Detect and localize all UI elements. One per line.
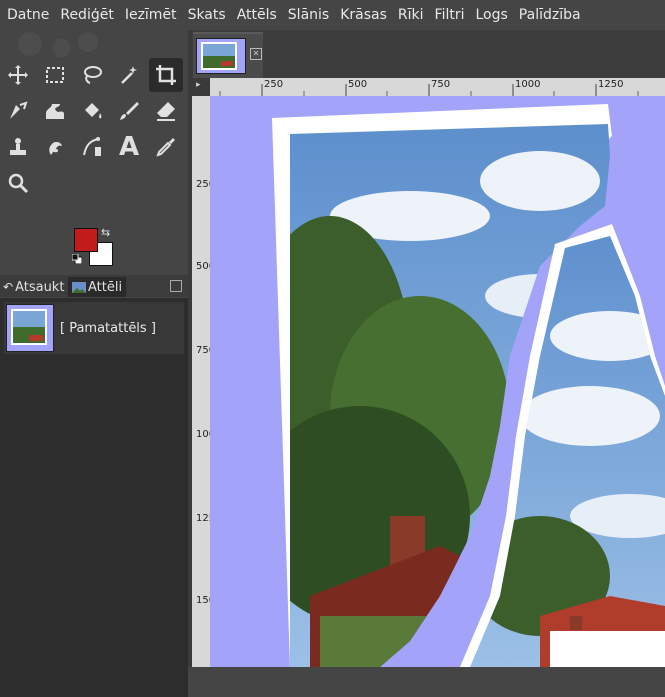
close-icon[interactable]: ✕ — [250, 48, 262, 60]
swap-colors-icon[interactable]: ⇆ — [101, 226, 110, 239]
tab-undo-history[interactable]: ↶ Atsaukt — [3, 277, 64, 297]
eraser-icon[interactable] — [149, 94, 183, 128]
ruler-label: 1000 — [515, 79, 541, 90]
undo-icon: ↶ — [3, 280, 14, 294]
panel-menu-icon[interactable] — [170, 280, 182, 292]
images-list: [ Pamatattēls ] — [0, 298, 188, 697]
vertical-ruler[interactable]: 250 500 750 1000 1250 1500 — [192, 96, 211, 667]
tab-images[interactable]: Attēli — [68, 277, 127, 297]
reset-colors-icon[interactable] — [72, 254, 82, 264]
tab-images-label: Attēli — [88, 279, 123, 295]
dock-tabs: ↶ Atsaukt Attēli — [0, 275, 188, 297]
ruler-label: 500 — [196, 261, 210, 272]
foreground-color-swatch[interactable] — [74, 228, 98, 252]
ruler-label: 250 — [264, 79, 284, 90]
ruler-corner[interactable]: ▸ — [192, 78, 210, 96]
tab-undo-label: Atsaukt — [15, 279, 65, 295]
menu-filters[interactable]: Filtri — [430, 7, 471, 23]
bucket-fill-icon[interactable] — [75, 94, 109, 128]
ruler-label: 250 — [196, 179, 210, 190]
image-icon — [72, 281, 86, 293]
menu-colors[interactable]: Krāsas — [335, 7, 393, 23]
text-tool-glyph: A — [118, 132, 140, 162]
crop-icon[interactable] — [149, 58, 183, 92]
ruler-label: 500 — [348, 79, 368, 90]
menu-file[interactable]: Datne — [0, 7, 55, 23]
zoom-icon[interactable] — [1, 166, 35, 200]
ruler-label: 1250 — [598, 79, 624, 90]
image-name: [ Pamatattēls ] — [60, 320, 156, 336]
menu-windows[interactable]: Logs — [470, 7, 513, 23]
fuzzy-select-icon[interactable] — [112, 58, 146, 92]
left-dock: A ⇆ ↶ Atsaukt Attēli [Pamatattēls] — [0, 30, 188, 697]
warp-icon[interactable] — [38, 94, 72, 128]
menu-help[interactable]: Palīdzība — [514, 7, 587, 23]
menu-tools[interactable]: Rīki — [393, 7, 430, 23]
transform-icon[interactable] — [1, 94, 35, 128]
menu-layer[interactable]: Slānis — [283, 7, 335, 23]
menu-image[interactable]: Attēls — [232, 7, 283, 23]
rect-select-icon[interactable] — [38, 58, 72, 92]
clone-icon[interactable] — [1, 130, 35, 164]
list-item[interactable]: [ Pamatattēls ] — [4, 302, 184, 354]
image-tab-thumbnail — [196, 38, 246, 74]
image-canvas[interactable] — [210, 96, 665, 667]
menu-view[interactable]: Skats — [183, 7, 232, 23]
paintbrush-icon[interactable] — [112, 94, 146, 128]
smudge-icon[interactable] — [38, 130, 72, 164]
ruler-label: 1250 — [196, 513, 210, 524]
lasso-icon[interactable] — [75, 58, 109, 92]
path-icon[interactable] — [75, 130, 109, 164]
image-thumbnail — [6, 304, 54, 352]
ruler-label: 1500 — [196, 595, 210, 606]
image-tab-bar: ✕ — [192, 30, 665, 78]
canvas-image — [272, 104, 665, 667]
menu-bar: Datne Rediģēt Iezīmēt Skats Attēls Slāni… — [0, 0, 665, 30]
ruler-label: 750 — [431, 79, 451, 90]
text-icon[interactable]: A — [112, 130, 146, 164]
color-picker-icon[interactable] — [149, 130, 183, 164]
ruler-label: 1000 — [196, 429, 210, 440]
move-tool-icon[interactable] — [1, 58, 35, 92]
ruler-corner-icon: ▸ — [196, 80, 201, 90]
wilber-decoration-icon — [18, 32, 98, 57]
ruler-label: 750 — [196, 345, 210, 356]
menu-select[interactable]: Iezīmēt — [120, 7, 183, 23]
image-tab[interactable]: ✕ — [193, 32, 263, 78]
horizontal-ruler[interactable]: 250 500 750 1000 1250 — [210, 78, 665, 97]
menu-edit[interactable]: Rediģēt — [55, 7, 119, 23]
